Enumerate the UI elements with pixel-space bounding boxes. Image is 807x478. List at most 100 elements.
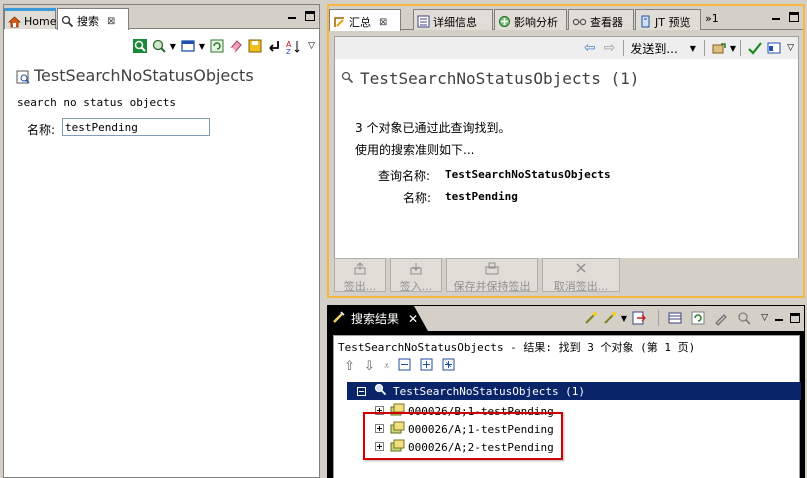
separator [740,40,742,56]
tree-root-row[interactable]: TestSearchNoStatusObjects (1) [347,382,801,400]
view-menu-icon[interactable]: ▽ [787,43,794,53]
tab-summary[interactable]: 汇总 ⊠ [329,9,401,31]
tab-search[interactable]: 搜索 ⊠ [57,8,129,30]
name-field-input[interactable]: testPending [62,118,210,136]
tab-summary-label: 汇总 [349,16,371,29]
summary-line1: 3 个对象已通过此查询找到。 [355,121,511,135]
magnifier-icon [61,15,74,28]
open-icon[interactable] [631,310,647,326]
summary-window-controls [771,12,799,22]
view-menu-icon[interactable]: ▽ [761,313,768,323]
pencil-icon[interactable] [713,310,729,326]
view-menu-icon[interactable]: ▽ [308,41,315,51]
close-icon[interactable]: ⊠ [379,17,387,28]
checkin-button[interactable]: 签入... [390,258,442,293]
table-view-icon[interactable] [667,310,683,326]
tab-overflow[interactable]: »1 [705,12,719,25]
close-icon[interactable]: ✕ [408,312,418,326]
magnifier-icon [341,69,354,88]
results-tree: TestSearchNoStatusObjects (1) 000026/B;1… [347,382,801,478]
name-field-label: 名称: [27,123,56,137]
sort-icon[interactable]: AZ [285,38,301,56]
refresh-icon[interactable] [690,310,706,326]
check-icon[interactable] [747,40,763,56]
save-keep-icon [447,261,537,278]
maximize-icon[interactable] [789,12,799,22]
expand-icon[interactable] [420,358,433,374]
chevron-down-icon[interactable]: ▼ [621,314,627,323]
separator [703,40,705,56]
tab-home[interactable]: Home [4,8,56,29]
svg-text:Z: Z [286,48,291,54]
tree-root-label: TestSearchNoStatusObjects (1) [393,384,586,398]
expand-all-icon[interactable] [442,358,455,374]
tab-search-label: 搜索 [77,15,99,28]
window-controls [287,11,315,21]
summary-line2: 使用的搜索准则如下... [355,143,475,157]
chevron-down-icon[interactable]: ▼ [199,42,205,51]
tab-details[interactable]: 详细信息 [413,9,493,30]
jt-icon [639,15,652,28]
execute-search-icon[interactable] [132,38,148,54]
cancel-checkout-button[interactable]: 取消签出... [542,258,620,293]
chevron-down-icon[interactable]: ▼ [730,44,736,53]
checkin-label: 签入... [399,280,433,293]
tab-viewer[interactable]: 查看器 [568,9,634,30]
summary-header-text: TestSearchNoStatusObjects (1) [360,69,640,88]
glasses-icon [572,15,587,28]
tab-search-results[interactable]: 搜索结果 ✕ [328,306,428,331]
query-title-text: TestSearchNoStatusObjects [34,66,254,85]
wand-icon[interactable] [583,310,599,326]
summary-tabbar: 汇总 ⊠ 详细信息 影响分析 查看器 JT 预览 »1 [329,6,803,31]
close-icon[interactable]: ⊠ [107,16,115,27]
chevron-down-icon: ▼ [689,43,696,53]
results-status: TestSearchNoStatusObjects - 结果: 找到 3 个对象… [338,341,696,354]
wand-list-icon[interactable] [602,310,618,326]
tab-impact-analysis[interactable]: 影响分析 [494,9,567,30]
forward-arrow-icon[interactable]: ⇨ [604,40,616,56]
send-to-button[interactable]: 发送到... ▼ [630,40,696,57]
move-down-icon[interactable]: ⇩ [364,359,375,374]
back-arrow-icon[interactable]: ⇦ [584,40,596,56]
criteria-name-value: testPending [445,190,518,203]
tab-viewer-label: 查看器 [590,15,623,29]
send-to-label: 发送到... [630,41,678,56]
window-icon[interactable] [180,38,196,54]
details-icon [417,15,430,28]
collapse-all-icon[interactable] [398,358,411,374]
minimize-icon[interactable] [287,11,297,21]
results-toolbar: ▼ ▽ [583,310,800,326]
collapse-toggle-icon[interactable] [357,386,366,396]
maximize-icon[interactable] [305,11,315,21]
tab-search-results-label: 搜索结果 [351,312,400,326]
checkout-icon [335,261,385,278]
enter-arrow-icon[interactable] [266,38,282,54]
minimize-icon[interactable] [774,313,784,323]
summary-toolbar: ⇦ ⇨ 发送到... ▼ ▼ ▽ [335,37,798,59]
highlight-box [363,412,563,460]
impact-icon [498,15,511,28]
search-pane: Home 搜索 ⊠ ▼ ▼ AZ ▽ TestSearchNoStatusObj… [3,4,320,478]
minimize-icon[interactable] [771,12,781,22]
save-icon[interactable] [247,38,263,54]
summary-pane: 汇总 ⊠ 详细信息 影响分析 查看器 JT 预览 »1 ⇦ ⇨ 发送到... ▼… [327,4,805,298]
summary-header: TestSearchNoStatusObjects (1) [341,69,639,88]
maximize-icon[interactable] [790,313,800,323]
move-bottom-icon[interactable]: ⩡ [384,361,390,372]
move-up-icon[interactable]: ⇧ [344,359,355,374]
clear-icon[interactable] [228,38,244,54]
summary-action-bar: 签出... 签入... 保存并保持签出 取消签出... [334,258,799,294]
layout-icon[interactable] [766,40,782,56]
refresh-icon[interactable] [209,38,225,54]
tab-home-label: Home [24,15,57,28]
magnifier-icon[interactable] [736,310,752,326]
zoom-search-icon[interactable] [151,38,167,54]
results-icon [332,310,346,327]
chevron-down-icon[interactable]: ▼ [170,42,176,51]
tab-jt-preview[interactable]: JT 预览 [635,9,701,30]
query-icon [374,383,387,399]
send-package-icon[interactable] [711,40,727,56]
cancel-checkout-label: 取消签出... [553,280,609,293]
checkout-button[interactable]: 签出... [334,258,386,293]
save-keep-checkout-button[interactable]: 保存并保持签出 [446,258,538,293]
